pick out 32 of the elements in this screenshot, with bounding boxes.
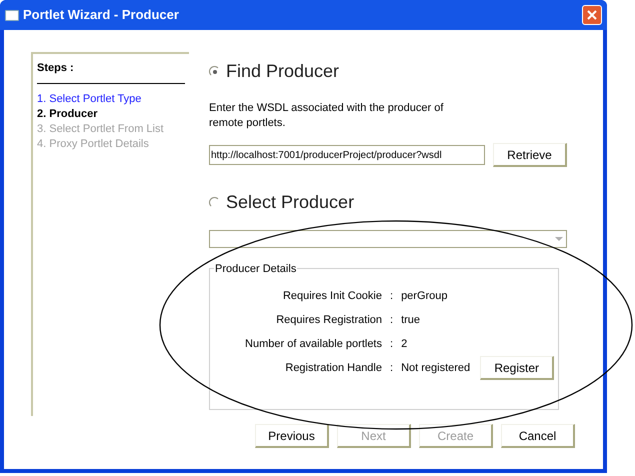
- detail-label: Registration Handle: [284, 360, 382, 376]
- step-item: 2. Producer: [37, 106, 99, 122]
- wizard-button[interactable]: Previous: [255, 424, 329, 448]
- detail-value: perGroup: [401, 288, 448, 304]
- radio-label: Select Producer: [226, 191, 354, 214]
- step-item: 3. Select Portlet From List: [37, 122, 165, 136]
- retrieve-button[interactable]: Retrieve: [493, 143, 567, 167]
- step-item: 4. Proxy Portlet Details: [37, 136, 150, 152]
- separator: :: [390, 288, 394, 304]
- window-title: Portlet Wizard - Producer: [23, 6, 179, 24]
- separator: :: [390, 336, 394, 352]
- window-icon: [5, 10, 19, 20]
- producer-dropdown[interactable]: [209, 230, 567, 248]
- steps-heading: Steps :: [37, 61, 75, 76]
- description: Enter the WSDL associated with the producer of remote portlets.: [209, 101, 444, 131]
- detail-label: Number of available portlets: [244, 336, 382, 352]
- wizard-button[interactable]: Cancel: [501, 424, 575, 448]
- separator: :: [390, 312, 394, 328]
- radio-label: Find Producer: [226, 60, 340, 83]
- detail-label: Requires Registration: [275, 312, 382, 328]
- radio-button[interactable]: [209, 197, 220, 208]
- detail-value: Not registered: [401, 360, 470, 376]
- close-icon: [587, 10, 597, 20]
- close-button[interactable]: [582, 5, 602, 25]
- detail-label: Requires Init Cookie: [282, 288, 382, 304]
- radio-button[interactable]: [209, 66, 220, 77]
- register-button[interactable]: Register: [480, 356, 554, 380]
- step-item: 1. Select Portlet Type: [37, 92, 142, 106]
- separator: :: [390, 360, 394, 376]
- detail-value: true: [401, 312, 420, 328]
- detail-value: 2: [401, 336, 408, 352]
- wsdl-field[interactable]: http://localhost:7001/producerProject/producer?wsdl: [209, 145, 485, 165]
